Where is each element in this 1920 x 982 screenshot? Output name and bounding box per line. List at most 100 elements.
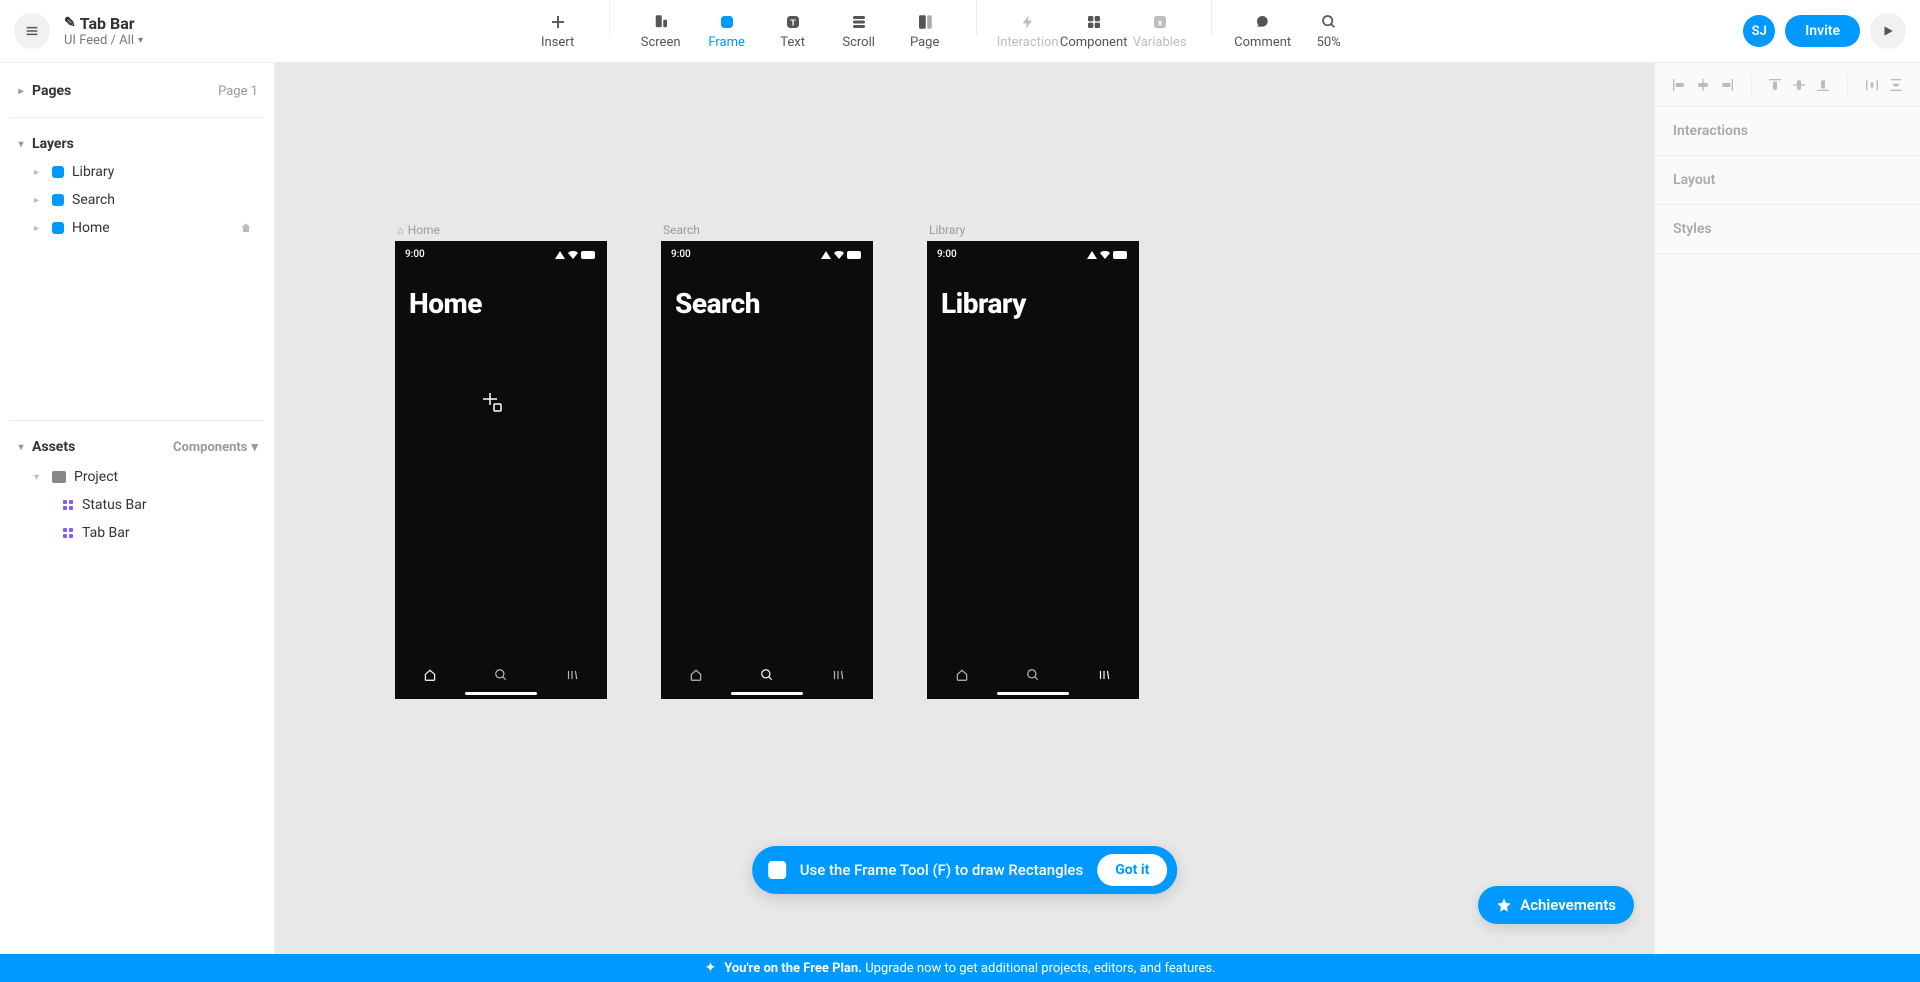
- component-type-icon: [62, 499, 74, 511]
- bolt-icon: [1020, 12, 1036, 32]
- variables-tool: x Variables: [1127, 12, 1193, 50]
- home-indicator: [731, 692, 803, 695]
- artboard-library[interactable]: Library 9:00 Library: [927, 223, 1139, 699]
- asset-component-tab-bar[interactable]: Tab Bar: [16, 519, 258, 547]
- frame-hint-icon: [768, 861, 786, 879]
- artboard-label[interactable]: Search: [661, 223, 873, 237]
- layer-item-library[interactable]: ▸ Library: [16, 158, 258, 186]
- variables-icon: x: [1152, 12, 1168, 32]
- tab-home[interactable]: [395, 651, 466, 699]
- home-icon: ⌂: [397, 224, 404, 237]
- frame-tool[interactable]: Frame: [694, 12, 760, 50]
- align-right-icon[interactable]: [1719, 77, 1735, 93]
- scroll-tool[interactable]: Scroll: [826, 12, 892, 50]
- status-bar: 9:00: [927, 249, 1139, 260]
- chevron-down-icon: ▾: [16, 139, 26, 150]
- text-tool[interactable]: T Text: [760, 12, 826, 50]
- svg-text:x: x: [1157, 18, 1162, 28]
- plus-icon: [549, 12, 567, 32]
- status-icons: [555, 251, 597, 259]
- frame-layer-icon: [52, 166, 64, 178]
- hint-text: Use the Frame Tool (F) to draw Rectangle…: [800, 861, 1084, 879]
- achievements-button[interactable]: Achievements: [1478, 886, 1634, 924]
- comment-tool[interactable]: Comment: [1230, 12, 1296, 50]
- align-hcenter-icon[interactable]: [1695, 77, 1711, 93]
- user-avatar[interactable]: SJ: [1743, 15, 1775, 47]
- frame-icon: [719, 12, 735, 32]
- layer-item-home[interactable]: ▸ Home: [16, 214, 258, 242]
- upgrade-banner[interactable]: ✦ You're on the Free Plan. Upgrade now t…: [0, 954, 1920, 982]
- interaction-tool: Interaction: [995, 12, 1061, 50]
- assets-filter-dropdown[interactable]: Components ▾: [173, 440, 258, 455]
- artboard-label[interactable]: ⌂Home: [395, 223, 607, 237]
- component-tool[interactable]: Component: [1061, 12, 1127, 50]
- tab-home[interactable]: [661, 651, 732, 699]
- chevron-right-icon: ▸: [34, 167, 44, 178]
- page-icon: [916, 12, 934, 32]
- alignment-toolbar: [1655, 63, 1920, 107]
- status-icons: [821, 251, 863, 259]
- artboard-frame[interactable]: 9:00 Library: [927, 241, 1139, 699]
- align-top-icon[interactable]: [1767, 77, 1783, 93]
- screen-title: Home: [409, 287, 482, 320]
- file-title-block[interactable]: ✎ Tab Bar UI Feed / All ▾: [64, 14, 143, 49]
- design-canvas[interactable]: ⌂Home9:00HomeSearch9:00SearchLibrary9:00…: [275, 63, 1654, 954]
- tab-library[interactable]: [1068, 651, 1139, 699]
- tab-library[interactable]: [536, 651, 607, 699]
- layers-section-header[interactable]: ▾Layers: [16, 136, 258, 152]
- current-page-label: Page 1: [218, 84, 258, 99]
- status-bar: 9:00: [395, 249, 607, 260]
- page-tool[interactable]: Page: [892, 12, 958, 50]
- align-left-icon[interactable]: [1671, 77, 1687, 93]
- main-menu-button[interactable]: [14, 13, 50, 49]
- breadcrumb[interactable]: UI Feed / All ▾: [64, 33, 143, 49]
- artboard-search[interactable]: Search 9:00 Search: [661, 223, 873, 699]
- chevron-right-icon: ▸: [34, 223, 44, 234]
- artboard-frame[interactable]: 9:00 Home: [395, 241, 607, 699]
- file-title: Tab Bar: [80, 14, 135, 33]
- asset-component-status-bar[interactable]: Status Bar: [16, 491, 258, 519]
- frame-layer-icon: [52, 194, 64, 206]
- interactions-panel-header[interactable]: Interactions: [1655, 107, 1920, 156]
- styles-panel-header[interactable]: Styles: [1655, 205, 1920, 254]
- artboard-label[interactable]: Library: [927, 223, 1139, 237]
- artboard-home[interactable]: ⌂Home 9:00 Home: [395, 223, 607, 699]
- assets-section-header[interactable]: ▾Assets Components ▾: [16, 439, 258, 455]
- distribute-v-icon[interactable]: [1888, 77, 1904, 93]
- asset-folder-project[interactable]: ▾ Project: [16, 463, 258, 491]
- layer-item-search[interactable]: ▸ Search: [16, 186, 258, 214]
- play-button[interactable]: [1870, 13, 1906, 49]
- chevron-down-icon: ▾: [251, 440, 258, 455]
- align-vcenter-icon[interactable]: [1791, 77, 1807, 93]
- magnifier-icon: [1321, 12, 1337, 32]
- scroll-icon: [850, 12, 868, 32]
- status-icons: [1087, 251, 1129, 259]
- home-indicator-icon: [240, 222, 252, 234]
- layout-panel-header[interactable]: Layout: [1655, 156, 1920, 205]
- tab-home[interactable]: [927, 651, 998, 699]
- star-icon: [1496, 897, 1512, 913]
- screen-icon: [652, 12, 670, 32]
- folder-icon: [52, 471, 66, 483]
- screen-tool[interactable]: Screen: [628, 12, 694, 50]
- chevron-down-icon: ▾: [16, 442, 26, 453]
- tool-hint: Use the Frame Tool (F) to draw Rectangle…: [752, 846, 1178, 894]
- component-type-icon: [62, 527, 74, 539]
- screen-title: Library: [941, 287, 1026, 320]
- screen-title: Search: [675, 287, 760, 320]
- distribute-h-icon[interactable]: [1864, 77, 1880, 93]
- home-indicator: [997, 692, 1069, 695]
- invite-button[interactable]: Invite: [1785, 15, 1860, 47]
- artboard-frame[interactable]: 9:00 Search: [661, 241, 873, 699]
- status-bar: 9:00: [661, 249, 873, 260]
- zoom-control[interactable]: 50%: [1296, 12, 1362, 50]
- hint-dismiss-button[interactable]: Got it: [1097, 854, 1167, 886]
- chevron-down-icon: ▾: [34, 472, 44, 483]
- insert-tool[interactable]: Insert: [525, 12, 591, 50]
- home-indicator: [465, 692, 537, 695]
- component-icon: [1086, 12, 1102, 32]
- chevron-right-icon: ▸: [16, 86, 26, 97]
- tab-library[interactable]: [802, 651, 873, 699]
- align-bottom-icon[interactable]: [1815, 77, 1831, 93]
- pages-section-header[interactable]: ▸Pages Page 1: [16, 83, 258, 99]
